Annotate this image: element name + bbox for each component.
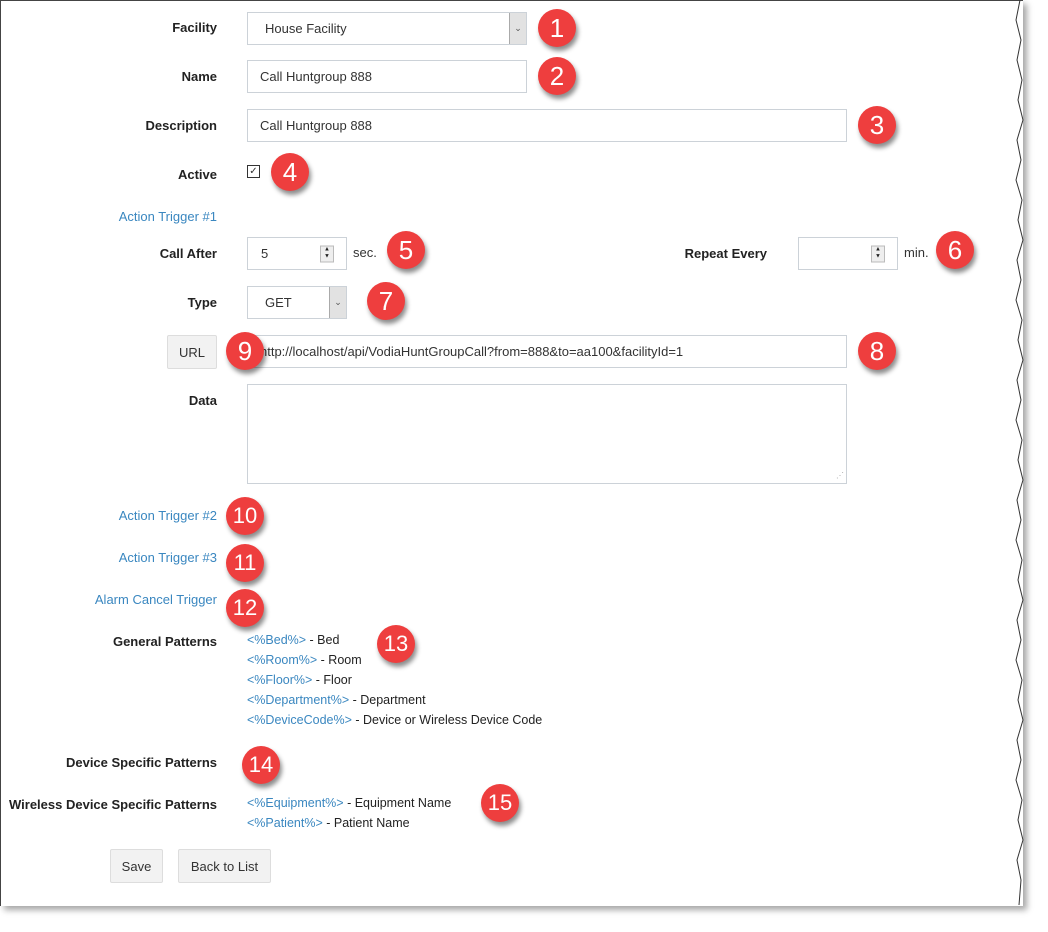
repeat-every-spinner[interactable]: ▲ ▼ (871, 245, 885, 262)
action-trigger-2-link[interactable]: Action Trigger #2 (1, 508, 217, 523)
callout-badge: 13 (377, 625, 415, 663)
type-label: Type (187, 295, 217, 310)
callout-badge: 15 (481, 784, 519, 822)
pattern-token: <%Equipment%> (247, 796, 344, 810)
pattern-item: <%DeviceCode%> - Device or Wireless Devi… (247, 713, 542, 727)
callout-badge: 14 (242, 746, 280, 784)
description-label: Description (145, 118, 217, 133)
callout-badge: 7 (367, 282, 405, 320)
callout-badge: 11 (226, 544, 264, 582)
device-specific-patterns-label: Device Specific Patterns (65, 755, 217, 770)
pattern-token: <%Floor%> (247, 673, 313, 687)
pattern-item: <%Bed%> - Bed (247, 633, 339, 647)
call-after-input[interactable]: 5 ▲ ▼ (247, 237, 347, 270)
name-value: Call Huntgroup 888 (260, 69, 373, 84)
spin-up-icon[interactable]: ▲ (872, 246, 884, 254)
callout-badge: 12 (226, 589, 264, 627)
pattern-desc: - Bed (306, 633, 340, 647)
pattern-desc: - Patient Name (322, 816, 410, 830)
callout-badge: 8 (858, 332, 896, 370)
description-input[interactable]: Call Huntgroup 888 (247, 109, 847, 142)
pattern-item: <%Equipment%> - Equipment Name (247, 796, 451, 810)
call-after-label: Call After (159, 246, 217, 261)
wireless-device-specific-patterns-label: Wireless Device Specific Patterns (9, 797, 217, 812)
chevron-down-icon: ⌄ (329, 287, 346, 318)
data-textarea[interactable]: ⋰ (247, 384, 847, 484)
facility-value: House Facility (265, 21, 347, 36)
pattern-desc: - Equipment Name (343, 796, 452, 810)
name-label: Name (181, 69, 217, 84)
action-trigger-1-link[interactable]: Action Trigger #1 (1, 209, 217, 224)
pattern-desc: - Department (349, 693, 426, 707)
url-input[interactable]: http://localhost/api/VodiaHuntGroupCall?… (247, 335, 847, 368)
callout-badge: 6 (936, 231, 974, 269)
spin-down-icon[interactable]: ▼ (872, 254, 884, 262)
pattern-item: <%Patient%> - Patient Name (247, 816, 410, 830)
pattern-token: <%DeviceCode%> (247, 713, 352, 727)
resize-handle-icon[interactable]: ⋰ (836, 471, 844, 480)
pattern-token: <%Department%> (247, 693, 350, 707)
pattern-item: <%Room%> - Room (247, 653, 362, 667)
chevron-down-icon: ⌄ (509, 13, 526, 44)
action-trigger-3-link[interactable]: Action Trigger #3 (1, 550, 217, 565)
pattern-item: <%Floor%> - Floor (247, 673, 352, 687)
callout-badge: 5 (387, 231, 425, 269)
repeat-every-input[interactable]: ▲ ▼ (798, 237, 898, 270)
call-after-value: 5 (261, 246, 269, 261)
type-value: GET (265, 295, 292, 310)
pattern-desc: - Room (317, 653, 362, 667)
facility-select[interactable]: House Facility ⌄ (247, 12, 527, 45)
call-after-spinner[interactable]: ▲ ▼ (320, 245, 334, 262)
repeat-every-unit: min. (904, 245, 929, 260)
callout-badge: 10 (226, 497, 264, 535)
callout-badge: 2 (538, 57, 576, 95)
general-patterns-label: General Patterns (112, 634, 217, 649)
pattern-token: <%Patient%> (247, 816, 323, 830)
spin-down-icon[interactable]: ▼ (321, 254, 333, 262)
repeat-every-label: Repeat Every (684, 246, 767, 261)
pattern-item: <%Department%> - Department (247, 693, 426, 707)
url-value: http://localhost/api/VodiaHuntGroupCall?… (260, 344, 684, 359)
type-select[interactable]: GET ⌄ (247, 286, 347, 319)
active-checkbox[interactable]: ✓ (247, 165, 260, 178)
form-page: Facility House Facility ⌄ Name Call Hunt… (0, 0, 1023, 906)
name-input[interactable]: Call Huntgroup 888 (247, 60, 527, 93)
data-label: Data (188, 393, 217, 408)
call-after-unit: sec. (353, 245, 377, 260)
back-to-list-button[interactable]: Back to List (178, 849, 271, 883)
pattern-token: <%Bed%> (247, 633, 307, 647)
url-button[interactable]: URL (167, 335, 217, 369)
pattern-desc: - Device or Wireless Device Code (351, 713, 543, 727)
pattern-token: <%Room%> (247, 653, 318, 667)
spin-up-icon[interactable]: ▲ (321, 246, 333, 254)
callout-badge: 9 (226, 332, 264, 370)
pattern-desc: - Floor (312, 673, 352, 687)
save-button[interactable]: Save (110, 849, 163, 883)
callout-badge: 3 (858, 106, 896, 144)
callout-badge: 4 (271, 153, 309, 191)
callout-badge: 1 (538, 9, 576, 47)
torn-edge-right (1015, 0, 1024, 905)
facility-label: Facility (172, 20, 217, 35)
check-icon: ✓ (249, 165, 258, 177)
alarm-cancel-trigger-link[interactable]: Alarm Cancel Trigger (1, 592, 217, 607)
active-label: Active (177, 167, 217, 182)
description-value: Call Huntgroup 888 (260, 118, 373, 133)
